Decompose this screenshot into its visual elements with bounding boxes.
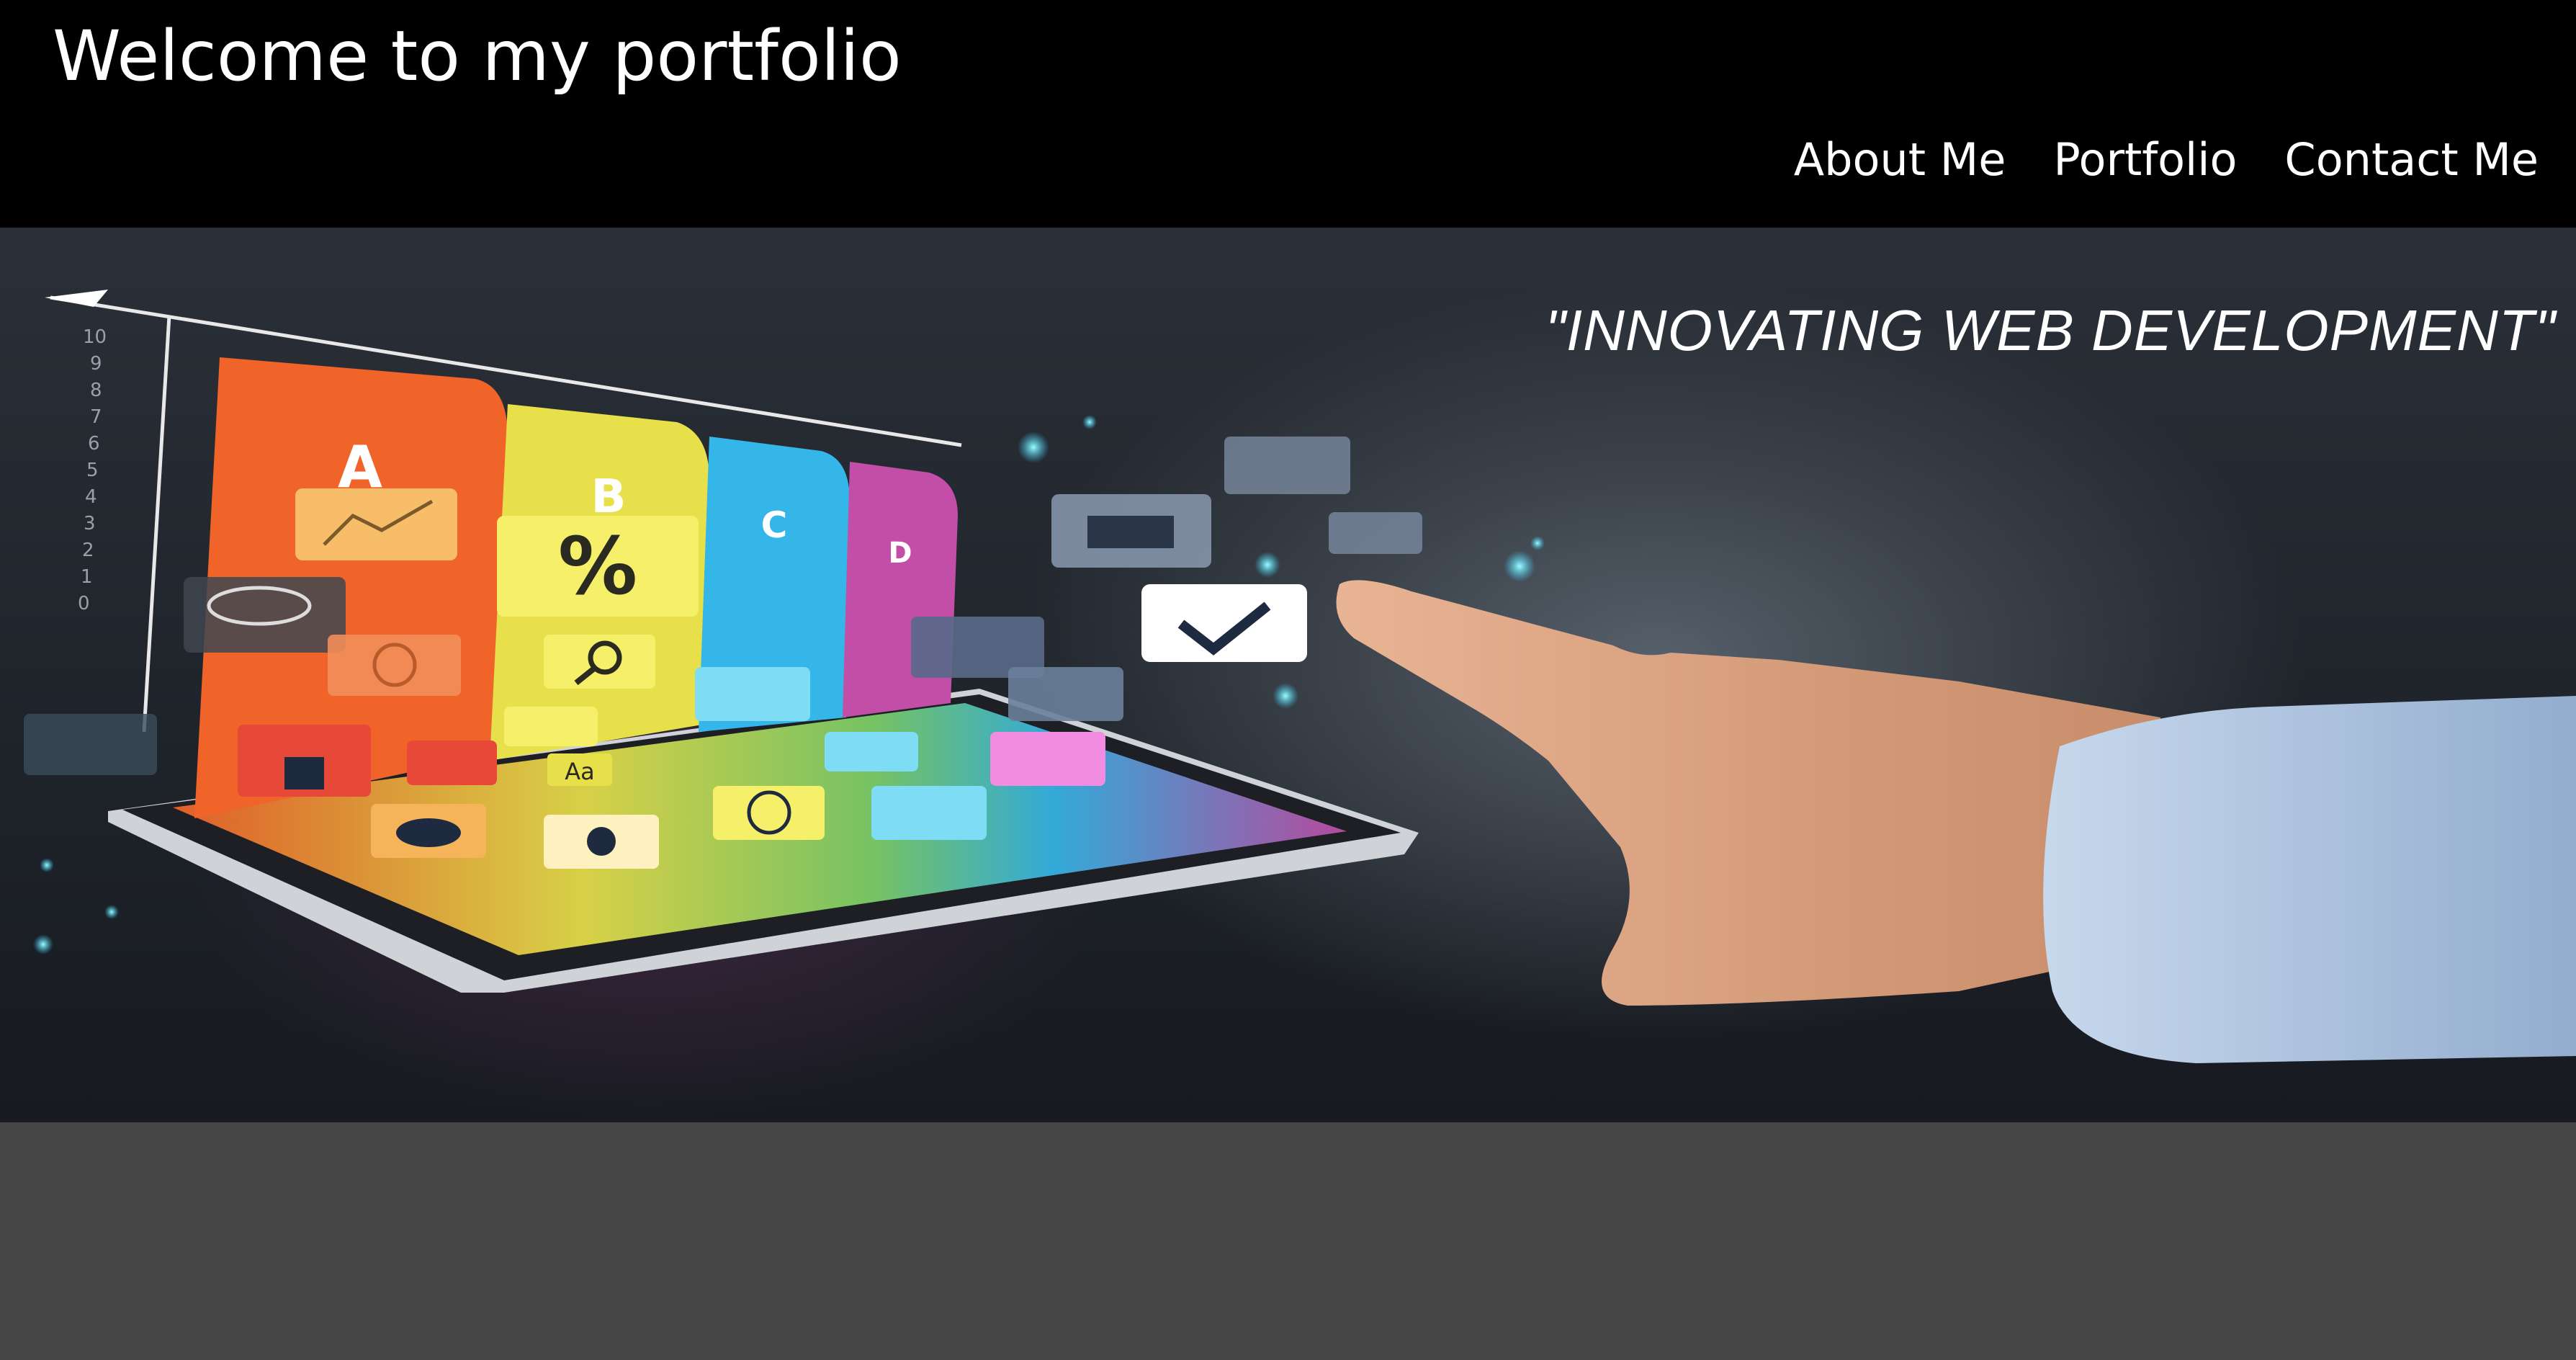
check-icon xyxy=(1141,584,1307,662)
scale-label: 10 xyxy=(83,326,107,348)
share-icon xyxy=(990,732,1105,786)
svg-text:Aa: Aa xyxy=(565,758,595,785)
cart-icon xyxy=(1008,667,1123,721)
unlock-icon xyxy=(407,741,497,785)
scale-label: 0 xyxy=(78,593,90,614)
scale-label: 9 xyxy=(90,353,102,375)
main-nav: About Me Portfolio Contact Me xyxy=(1794,130,2539,190)
users-icon xyxy=(504,707,598,746)
scale-label: 4 xyxy=(85,486,97,508)
content-area xyxy=(0,1122,2576,1360)
camera-icon xyxy=(825,732,918,771)
scale-label: 7 xyxy=(90,406,102,428)
rss-icon xyxy=(695,667,810,721)
tab-letter-d: D xyxy=(888,537,912,570)
chart-icon xyxy=(295,488,457,560)
tab-letter-c: C xyxy=(761,504,788,546)
scale-label: 3 xyxy=(84,513,96,534)
site-header: Welcome to my portfolio About Me Portfol… xyxy=(0,0,2576,228)
scale-label: 2 xyxy=(82,540,94,561)
scale-label: 8 xyxy=(90,380,102,401)
nav-link-portfolio[interactable]: Portfolio xyxy=(2053,130,2237,190)
hero-banner: 10 9 8 7 6 5 4 3 2 1 0 A B C D % Aa "INN… xyxy=(0,228,2576,1122)
site-title: Welcome to my portfolio xyxy=(53,16,902,97)
svg-text:%: % xyxy=(558,520,637,612)
pointing-hand xyxy=(1336,580,2576,1063)
chart-scale: 10 9 8 7 6 5 4 3 2 1 0 xyxy=(78,326,107,614)
scale-label: 1 xyxy=(81,566,93,588)
music-icon xyxy=(24,714,157,775)
nav-link-about-me[interactable]: About Me xyxy=(1794,130,2006,190)
keyboard-icon xyxy=(1329,512,1422,554)
scale-label: 5 xyxy=(86,460,99,481)
group-icon xyxy=(871,786,987,840)
hero-tagline: "INNOVATING WEB DEVELOPMENT" xyxy=(1545,298,2556,362)
tab-letter-b: B xyxy=(591,470,627,524)
headphones-icon xyxy=(1224,437,1350,494)
nav-link-contact-me[interactable]: Contact Me xyxy=(2284,130,2539,190)
scale-label: 6 xyxy=(88,433,100,455)
